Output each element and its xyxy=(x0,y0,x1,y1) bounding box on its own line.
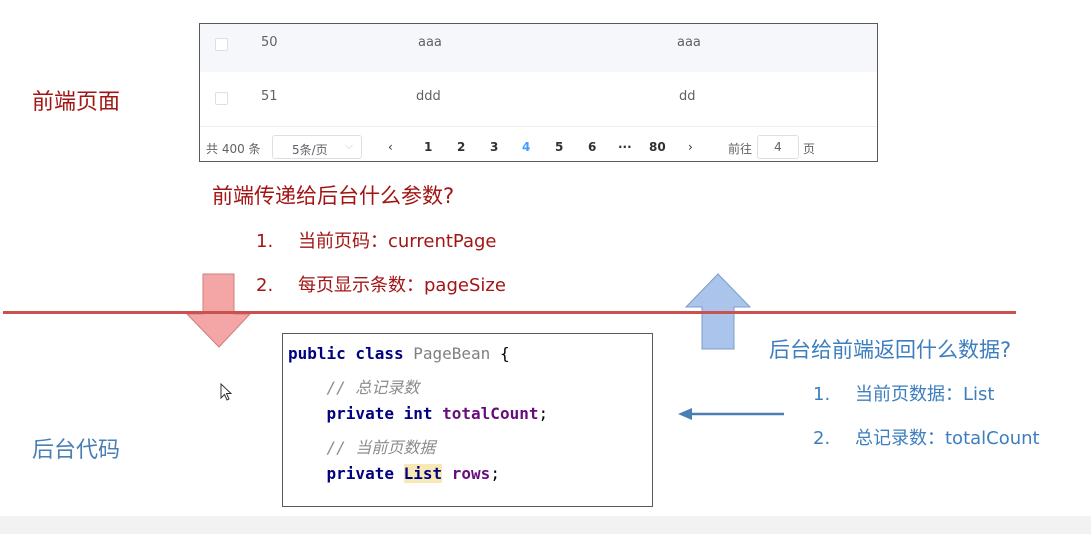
item-text: 当前页码：currentPage xyxy=(298,231,497,252)
page-button-5[interactable]: 5 xyxy=(555,140,563,154)
left-arrow-icon xyxy=(678,408,784,420)
row-checkbox[interactable] xyxy=(215,92,228,105)
cell-col2: aaa xyxy=(418,35,442,50)
page-size-value: 5条/页 xyxy=(292,143,328,157)
frontend-page-label: 前端页面 xyxy=(32,90,121,115)
item-number: 1. xyxy=(813,384,831,405)
frontend-param-item: 2. 每页显示条数：pageSize xyxy=(256,271,506,297)
cell-col3: aaa xyxy=(677,35,701,50)
bottom-strip xyxy=(0,516,1091,534)
code-keyword: public class xyxy=(288,344,404,363)
item-text: 每页显示条数：pageSize xyxy=(298,275,506,296)
code-line-field: private List rows; xyxy=(288,464,500,483)
code-line-field: private int totalCount; xyxy=(288,404,549,423)
code-field: totalCount xyxy=(442,404,539,423)
page-ellipsis[interactable]: ··· xyxy=(618,140,632,154)
table-row: 50 aaa aaa xyxy=(200,24,877,72)
goto-page-input[interactable]: 4 xyxy=(757,135,799,159)
mouse-cursor-icon xyxy=(220,383,233,401)
code-type: List xyxy=(403,464,443,483)
goto-label: 前往 xyxy=(728,142,753,156)
item-text: 当前页数据：List xyxy=(855,384,995,405)
code-semicolon: ; xyxy=(490,464,500,483)
code-field: rows xyxy=(451,464,491,483)
code-comment: // 当前页数据 xyxy=(326,438,436,457)
item-text: 总记录数：totalCount xyxy=(855,428,1040,449)
backend-return-item: 2. 总记录数：totalCount xyxy=(813,424,1040,450)
cell-col2: ddd xyxy=(416,89,441,104)
total-count: 共 400 条 xyxy=(206,142,261,156)
code-block: public class PageBean { // 总记录数 private … xyxy=(282,333,653,507)
page-button-1[interactable]: 1 xyxy=(424,140,432,154)
chevron-down-icon: ⌵ xyxy=(344,139,353,152)
item-number: 1. xyxy=(256,231,274,252)
frontend-question-title: 前端传递给后台什么参数? xyxy=(212,184,455,208)
cell-id: 51 xyxy=(261,89,278,104)
page-button-80[interactable]: 80 xyxy=(649,140,666,154)
code-line-class: public class PageBean { xyxy=(288,344,510,363)
goto-suffix: 页 xyxy=(803,142,816,156)
page-size-select[interactable]: 5条/页 ⌵ xyxy=(272,135,362,159)
code-comment: // 总记录数 xyxy=(326,378,420,397)
page-button-6[interactable]: 6 xyxy=(588,140,596,154)
cell-col3: dd xyxy=(679,89,696,104)
code-semicolon: ; xyxy=(538,404,549,423)
item-number: 2. xyxy=(256,275,274,296)
frontend-param-item: 1. 当前页码：currentPage xyxy=(256,227,497,253)
code-line-comment: // 当前页数据 xyxy=(288,434,436,458)
code-line-comment: // 总记录数 xyxy=(288,374,420,398)
frontend-backend-divider xyxy=(3,311,1016,314)
code-keyword: private int xyxy=(326,404,433,423)
next-page-button[interactable]: › xyxy=(688,140,693,154)
table-row: 51 ddd dd xyxy=(200,78,877,127)
prev-page-button[interactable]: ‹ xyxy=(388,140,393,154)
item-number: 2. xyxy=(813,428,831,449)
code-class-name: PageBean xyxy=(413,344,491,363)
backend-code-label: 后台代码 xyxy=(32,438,121,463)
page-button-3[interactable]: 3 xyxy=(490,140,498,154)
backend-question-title: 后台给前端返回什么数据? xyxy=(769,338,1012,362)
cell-id: 50 xyxy=(261,35,278,50)
backend-return-item: 1. 当前页数据：List xyxy=(813,380,994,406)
page-button-4[interactable]: 4 xyxy=(522,140,530,154)
page-button-2[interactable]: 2 xyxy=(457,140,465,154)
row-checkbox[interactable] xyxy=(215,38,228,51)
code-brace: { xyxy=(499,344,510,363)
pagination: 共 400 条 5条/页 ⌵ ‹ 1 2 3 4 5 6 ··· 80 › 前往… xyxy=(200,134,877,162)
code-keyword: private xyxy=(326,464,394,483)
table-screenshot: 50 aaa aaa 51 ddd dd 共 400 条 5条/页 ⌵ ‹ 1 … xyxy=(199,23,878,162)
